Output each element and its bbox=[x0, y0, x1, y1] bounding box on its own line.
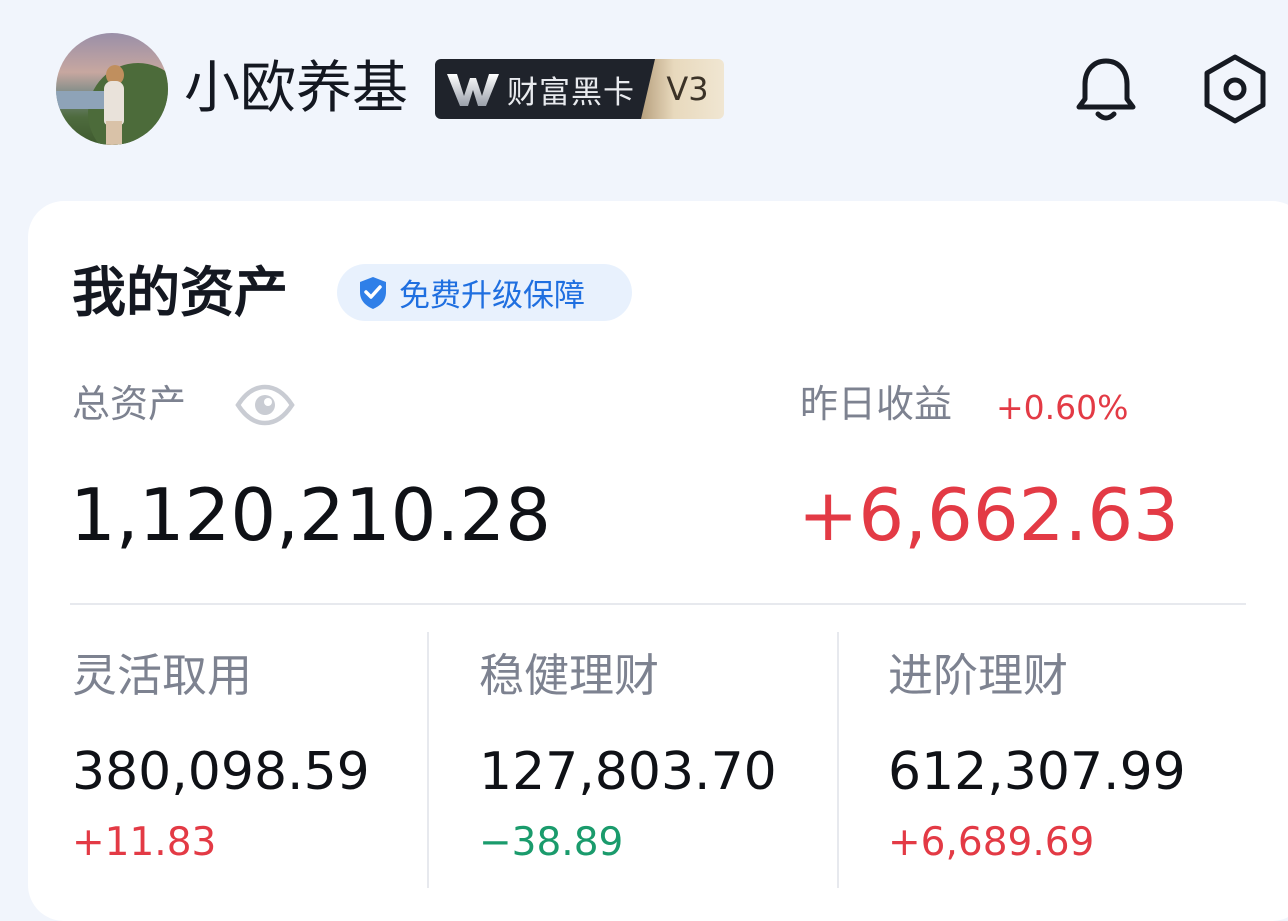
settings-hex-icon[interactable] bbox=[1198, 52, 1272, 126]
vip-badge[interactable]: 财富黑卡 V3 bbox=[435, 59, 724, 119]
category-stable-label[interactable]: 稳健理财 bbox=[479, 648, 659, 704]
yesterday-earnings-pct: +0.60% bbox=[996, 388, 1129, 427]
total-assets-value[interactable]: 1,120,210.28 bbox=[70, 470, 551, 560]
category-advanced-value[interactable]: 612,307.99 bbox=[888, 740, 1186, 804]
total-assets-label: 总资产 bbox=[72, 382, 187, 426]
column-divider bbox=[837, 632, 839, 888]
category-advanced-change: +6,689.69 bbox=[888, 820, 1095, 865]
bell-icon[interactable] bbox=[1074, 55, 1138, 125]
eye-toggle-icon[interactable] bbox=[235, 383, 295, 427]
vip-level: V3 bbox=[666, 70, 709, 108]
vip-w-logo-icon bbox=[447, 74, 499, 106]
upgrade-protection-label: 免费升级保障 bbox=[399, 278, 585, 314]
category-flexible-value[interactable]: 380,098.59 bbox=[72, 740, 370, 804]
category-flexible-label[interactable]: 灵活取用 bbox=[72, 648, 252, 704]
column-divider bbox=[427, 632, 429, 888]
category-flexible-change: +11.83 bbox=[72, 820, 217, 865]
divider bbox=[70, 603, 1246, 605]
upgrade-protection-button[interactable]: 免费升级保障 bbox=[337, 264, 632, 321]
username[interactable]: 小欧养基 bbox=[184, 54, 408, 124]
shield-check-icon bbox=[360, 276, 386, 309]
category-stable-change: −38.89 bbox=[479, 820, 624, 865]
category-advanced-label[interactable]: 进阶理财 bbox=[888, 648, 1068, 704]
yesterday-earnings-label: 昨日收益 bbox=[800, 382, 953, 426]
vip-badge-text: 财富黑卡 bbox=[507, 74, 635, 111]
avatar[interactable] bbox=[56, 33, 168, 145]
yesterday-earnings-value[interactable]: +6,662.63 bbox=[798, 470, 1179, 560]
category-stable-value[interactable]: 127,803.70 bbox=[479, 740, 777, 804]
assets-title: 我的资产 bbox=[72, 261, 288, 324]
header: 小欧养基 财富黑卡 V3 bbox=[0, 0, 1288, 190]
